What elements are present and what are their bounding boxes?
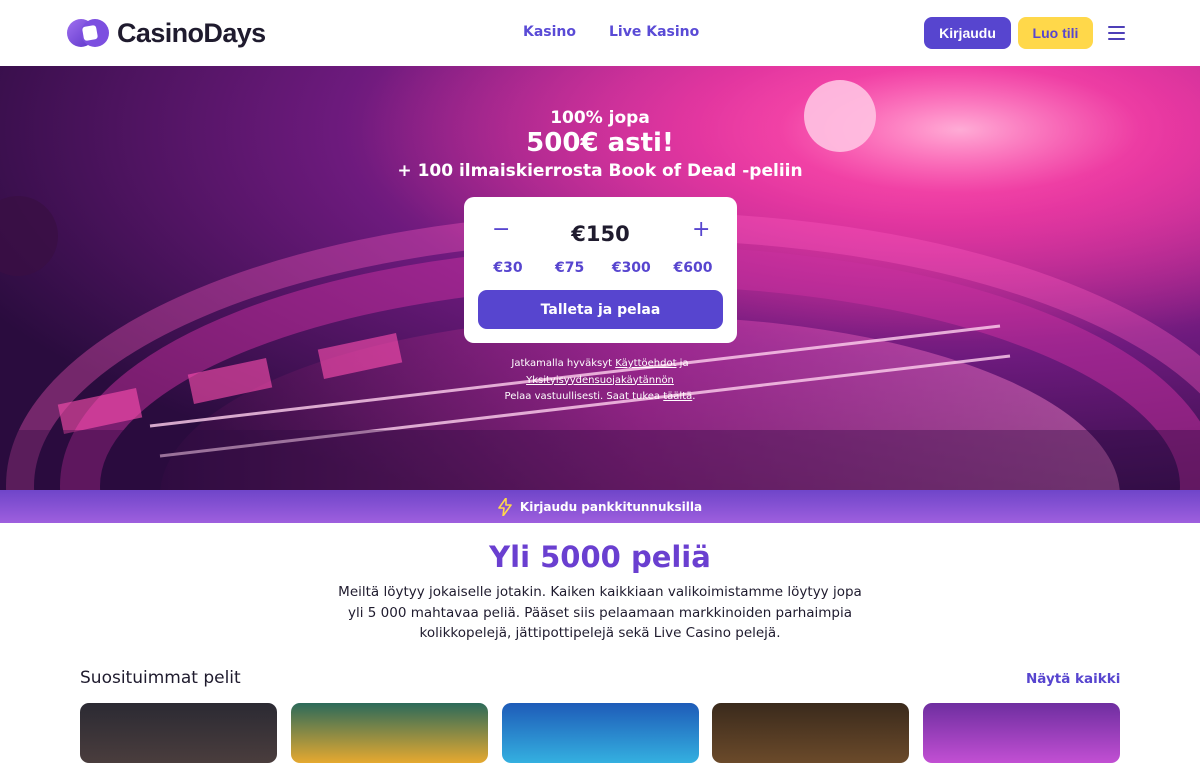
responsible-text-end: . (692, 391, 696, 402)
hamburger-icon[interactable] (1108, 26, 1125, 40)
terms-link[interactable]: Käyttöehdot (615, 358, 676, 369)
game-card[interactable] (80, 703, 277, 763)
preset-300[interactable]: €300 (603, 260, 659, 276)
hero-line-3: + 100 ilmaiskierrosta Book of Dead -peli… (397, 161, 803, 181)
preset-600[interactable]: €600 (665, 260, 721, 276)
bank-login-bar[interactable]: Kirjaudu pankkitunnuksilla (0, 490, 1200, 523)
lightning-icon (498, 497, 512, 516)
casino-days-logo[interactable]: CasinoDays (67, 16, 266, 50)
deposit-amount: €150 (571, 222, 630, 246)
games-section-description: Meiltä löytyy jokaiselle jotakin. Kaiken… (338, 584, 862, 641)
logo-text: CasinoDays (117, 17, 266, 48)
register-button[interactable]: Luo tili (1018, 17, 1093, 49)
help-link[interactable]: täältä (663, 391, 692, 402)
game-card[interactable] (923, 703, 1120, 763)
top-header: CasinoDays Kasino Live Kasino Kirjaudu L… (0, 0, 1200, 66)
terms-notice: Jatkamalla hyväksyt Käyttöehdot ja Yksit… (0, 356, 1200, 406)
preset-75[interactable]: €75 (542, 260, 598, 276)
responsible-text: Pelaa vastuullisesti. Saat tukea (504, 391, 664, 402)
popular-games-title: Suosituimmat pelit (80, 668, 241, 688)
preset-amounts: €30 €75 €300 €600 (480, 260, 721, 276)
deposit-card: − €150 + €30 €75 €300 €600 Talleta ja pe… (464, 197, 737, 343)
main-nav: Kasino Live Kasino (523, 24, 699, 40)
nav-kasino[interactable]: Kasino (523, 24, 576, 40)
increase-amount-button[interactable]: + (692, 219, 710, 241)
preset-30[interactable]: €30 (480, 260, 536, 276)
game-card[interactable] (502, 703, 699, 763)
decrease-amount-button[interactable]: − (492, 219, 510, 241)
logo-icon (67, 19, 109, 47)
terms-text-2: ja (676, 358, 689, 369)
terms-text-1: Jatkamalla hyväksyt (511, 358, 616, 369)
games-section-title: Yli 5000 peliä (489, 540, 711, 574)
game-card[interactable] (712, 703, 909, 763)
game-card[interactable] (291, 703, 488, 763)
popular-games-row (80, 703, 1120, 763)
nav-live-kasino[interactable]: Live Kasino (609, 24, 699, 40)
hero-banner: 100% jopa 500€ asti! + 100 ilmaiskierros… (0, 66, 1200, 490)
show-all-link[interactable]: Näytä kaikki (1026, 671, 1120, 687)
deposit-and-play-button[interactable]: Talleta ja pelaa (478, 290, 723, 329)
bank-login-label: Kirjaudu pankkitunnuksilla (519, 499, 703, 514)
hero-line-2: 500€ asti! (526, 128, 674, 158)
hero-line-1: 100% jopa (550, 108, 650, 128)
login-button[interactable]: Kirjaudu (924, 17, 1011, 49)
privacy-link[interactable]: Yksityisyydensuojakäytännön (526, 375, 674, 386)
